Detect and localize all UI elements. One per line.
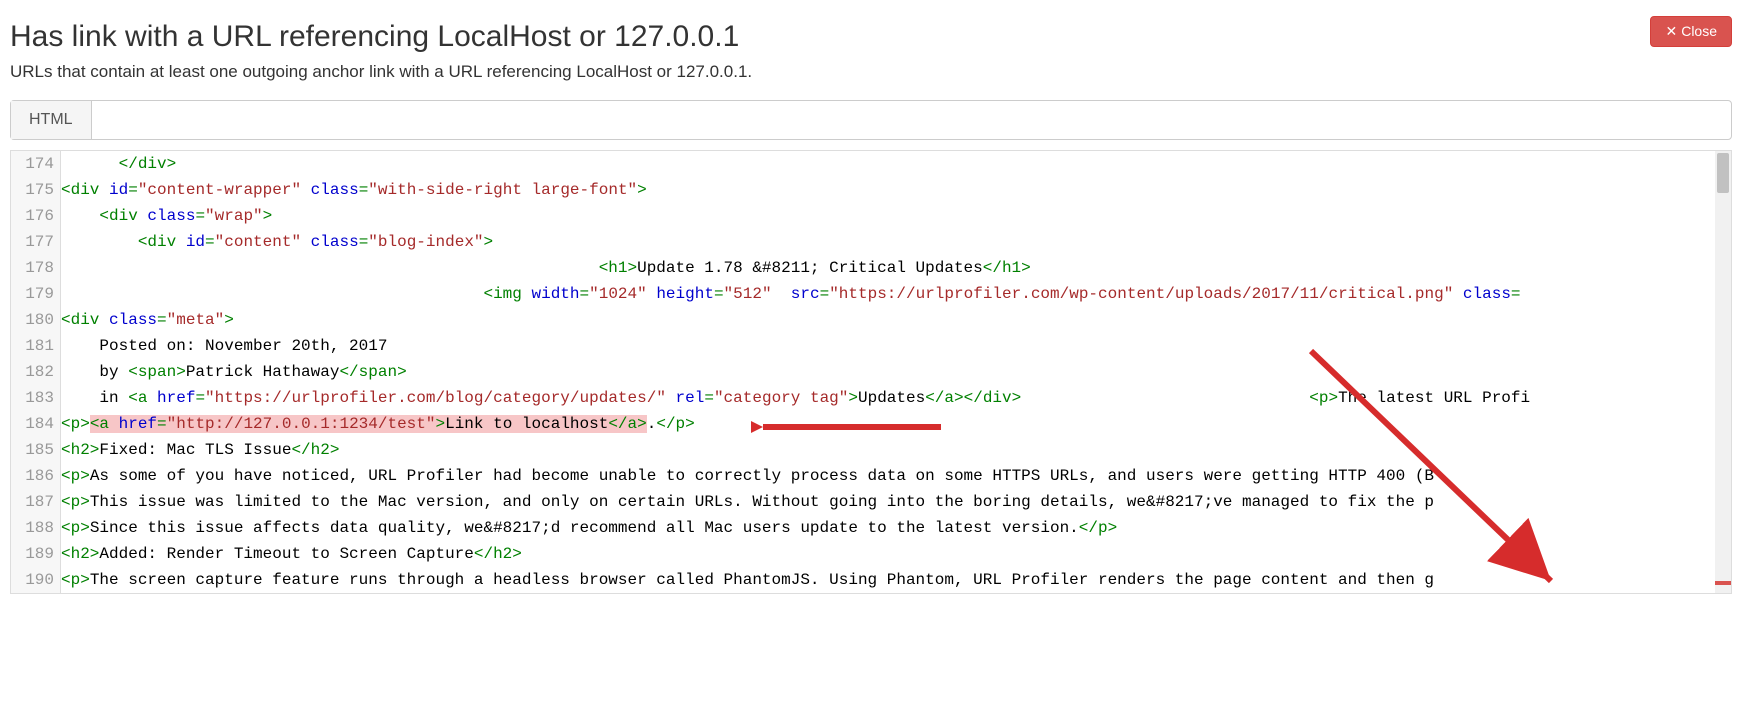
code-line[interactable]: <p>This issue was limited to the Mac ver… (61, 489, 1731, 515)
code-line[interactable]: <p>Since this issue affects data quality… (61, 515, 1731, 541)
code-line[interactable]: in <a href="https://urlprofiler.com/blog… (61, 385, 1731, 411)
line-number: 178 (11, 255, 54, 281)
line-number: 177 (11, 229, 54, 255)
line-number: 180 (11, 307, 54, 333)
line-number: 190 (11, 567, 54, 593)
page-description: URLs that contain at least one outgoing … (10, 62, 1732, 82)
line-number: 186 (11, 463, 54, 489)
line-gutter: 1741751761771781791801811821831841851861… (11, 151, 61, 593)
code-line[interactable]: <p>The screen capture feature runs throu… (61, 567, 1731, 593)
line-number: 189 (11, 541, 54, 567)
code-lines[interactable]: </div><div id="content-wrapper" class="w… (61, 151, 1731, 593)
code-line[interactable]: <h2>Added: Render Timeout to Screen Capt… (61, 541, 1731, 567)
code-line[interactable]: <div id="content-wrapper" class="with-si… (61, 177, 1731, 203)
line-number: 183 (11, 385, 54, 411)
code-line[interactable]: <div id="content" class="blog-index"> (61, 229, 1731, 255)
code-line[interactable]: <img width="1024" height="512" src="http… (61, 281, 1731, 307)
line-number: 187 (11, 489, 54, 515)
code-line[interactable]: <p><a href="http://127.0.0.1:1234/test">… (61, 411, 1731, 437)
code-viewer[interactable]: 1741751761771781791801811821831841851861… (10, 150, 1732, 594)
code-line[interactable]: <h2>Fixed: Mac TLS Issue</h2> (61, 437, 1731, 463)
code-line[interactable]: </div> (61, 151, 1731, 177)
tab-bar: HTML (10, 100, 1732, 140)
line-number: 176 (11, 203, 54, 229)
line-number: 185 (11, 437, 54, 463)
close-button[interactable]: ✕Close (1650, 16, 1732, 47)
scrollbar-thumb[interactable] (1717, 153, 1729, 193)
line-number: 181 (11, 333, 54, 359)
line-number: 175 (11, 177, 54, 203)
tab-html[interactable]: HTML (11, 101, 92, 139)
page-title: Has link with a URL referencing LocalHos… (10, 20, 739, 54)
code-line[interactable]: <h1>Update 1.78 &#8211; Critical Updates… (61, 255, 1731, 281)
line-number: 184 (11, 411, 54, 437)
code-line[interactable]: Posted on: November 20th, 2017 (61, 333, 1731, 359)
line-number: 182 (11, 359, 54, 385)
line-number: 179 (11, 281, 54, 307)
code-line[interactable]: <div class="wrap"> (61, 203, 1731, 229)
close-icon: ✕ (1665, 23, 1677, 39)
scrollbar-highlight-marker (1715, 581, 1731, 585)
line-number: 174 (11, 151, 54, 177)
code-line[interactable]: by <span>Patrick Hathaway</span> (61, 359, 1731, 385)
vertical-scrollbar[interactable] (1715, 151, 1731, 593)
code-line[interactable]: <div class="meta"> (61, 307, 1731, 333)
close-button-label: Close (1681, 23, 1717, 39)
line-number: 188 (11, 515, 54, 541)
code-line[interactable]: <p>As some of you have noticed, URL Prof… (61, 463, 1731, 489)
